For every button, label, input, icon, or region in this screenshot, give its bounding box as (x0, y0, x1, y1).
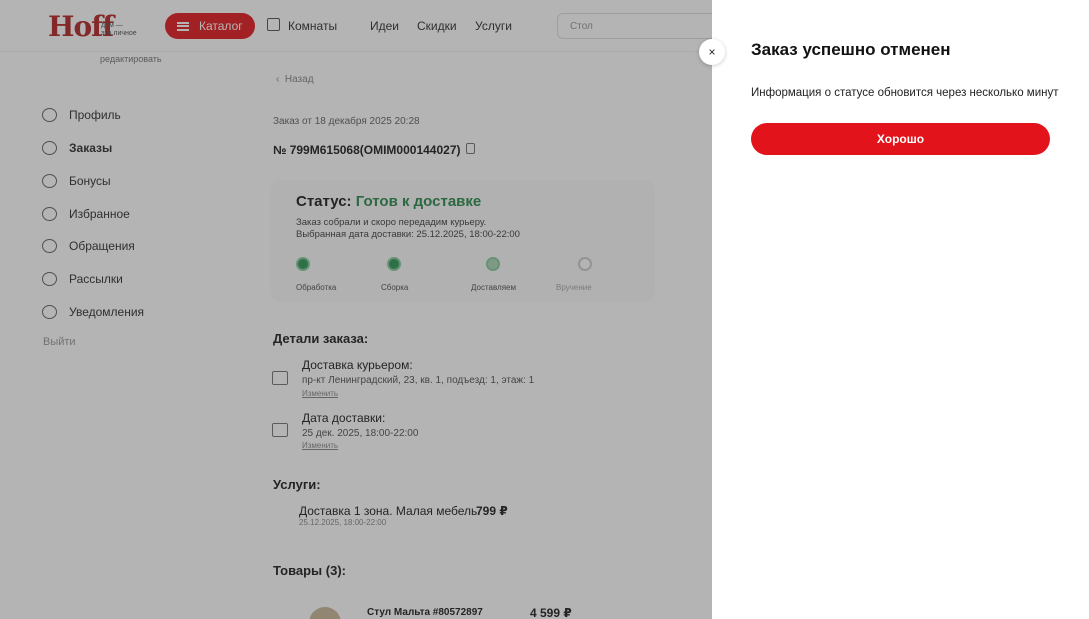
ok-button[interactable]: Хорошо (751, 123, 1050, 155)
close-button[interactable]: × (699, 39, 725, 65)
modal-title: Заказ успешно отменен (751, 40, 951, 59)
close-icon: × (708, 45, 716, 59)
modal-message: Информация о статусе обновится через нес… (751, 87, 1059, 99)
